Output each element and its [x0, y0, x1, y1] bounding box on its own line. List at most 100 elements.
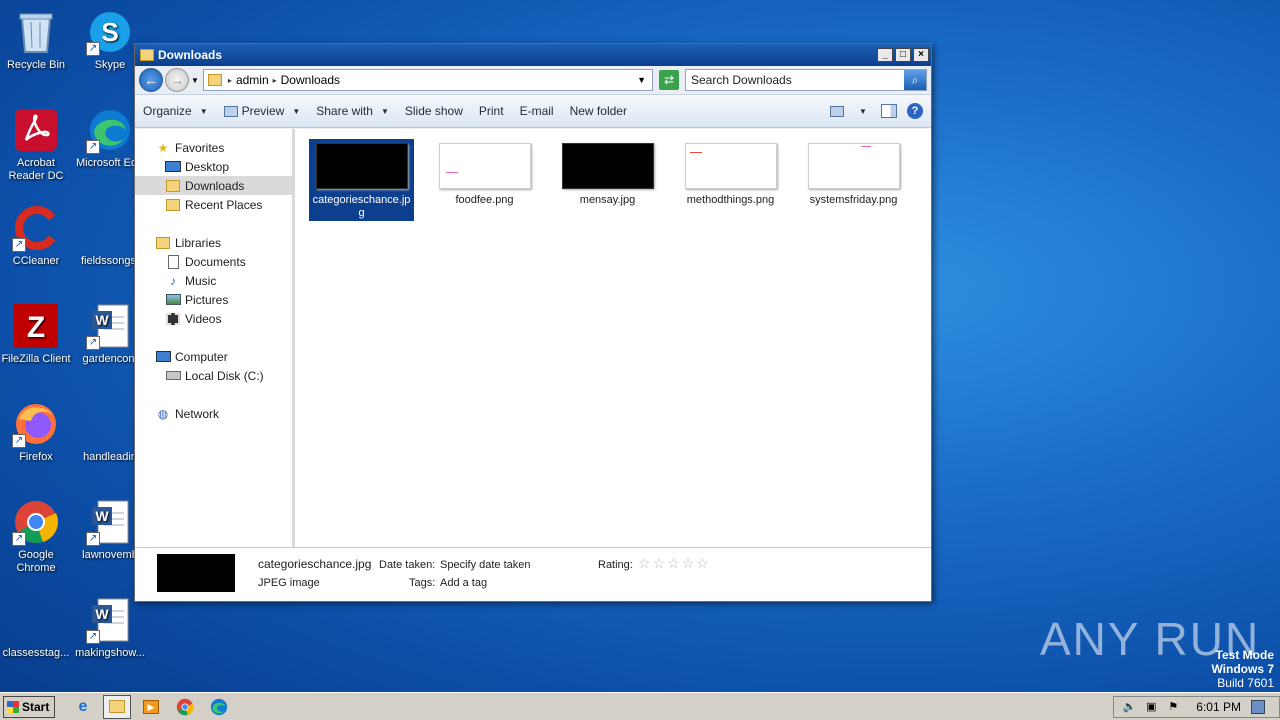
svg-text:W: W	[95, 606, 109, 622]
help-icon[interactable]: ?	[907, 103, 923, 119]
star-icon[interactable]: ☆	[638, 555, 651, 571]
desktop-icon-makingshow[interactable]: W ↗ makingshow...	[72, 596, 148, 660]
file-name: mensay.jpg	[579, 194, 636, 206]
forward-button[interactable]: →	[165, 68, 189, 92]
breadcrumb-downloads[interactable]: Downloads	[281, 73, 340, 87]
new-folder-button[interactable]: New folder	[570, 104, 627, 118]
search-icon[interactable]: ⌕	[904, 70, 926, 90]
file-list[interactable]: categorieschance.jpg foodfee.png mensay.…	[295, 129, 931, 547]
desktop-icon-firefox[interactable]: ↗ Firefox	[0, 400, 74, 464]
nav-item-downloads[interactable]: Downloads	[135, 176, 292, 195]
nav-item-computer[interactable]: Computer	[135, 347, 292, 366]
taskbar-chrome-icon[interactable]	[171, 695, 199, 719]
taskbar-media-player-icon[interactable]: ▶	[137, 695, 165, 719]
star-icon[interactable]: ☆	[667, 555, 680, 571]
blank-file-icon	[86, 400, 134, 448]
desktop-icon-label: CCleaner	[12, 255, 60, 267]
search-placeholder: Search Downloads	[691, 73, 792, 87]
breadcrumb-separator-icon[interactable]: ▸	[228, 76, 232, 85]
organize-button[interactable]: Organize ▼	[143, 104, 208, 118]
address-dropdown-icon[interactable]: ▼	[637, 75, 646, 85]
star-icon[interactable]: ☆	[682, 555, 695, 571]
libraries-icon	[155, 236, 171, 250]
tags-field[interactable]: Add a tag	[440, 577, 487, 589]
desktop-icon-classesstag[interactable]: classesstag...	[0, 596, 74, 660]
rating-stars[interactable]: ☆ ☆ ☆ ☆ ☆	[638, 555, 711, 572]
image-thumbnail	[807, 143, 900, 189]
file-item[interactable]: mensay.jpg	[555, 139, 660, 221]
preview-icon	[223, 105, 238, 117]
svg-text:W: W	[95, 508, 109, 524]
file-name: categorieschance.jpg	[312, 194, 411, 219]
start-button[interactable]: Start	[3, 695, 55, 718]
taskbar-ie-icon[interactable]: e	[69, 695, 97, 719]
view-dropdown-icon[interactable]: ▼	[855, 103, 871, 119]
file-name: systemsfriday.png	[809, 194, 898, 206]
desktop-icon-filezilla[interactable]: Z FileZilla Client	[0, 302, 74, 366]
windows-logo-icon	[7, 700, 19, 713]
breadcrumb-admin[interactable]: admin	[236, 73, 269, 87]
share-with-button[interactable]: Share with ▼	[316, 104, 389, 118]
details-filetype: JPEG image	[258, 577, 320, 589]
action-center-flag-icon[interactable]: ⚑	[1166, 700, 1180, 714]
back-button[interactable]: ←	[139, 68, 163, 92]
volume-icon[interactable]: 🔈	[1122, 700, 1136, 714]
edge-icon: ↗	[86, 106, 134, 154]
system-tray: 🔈 ▣ ⚑ 6:01 PM	[1113, 695, 1280, 718]
shortcut-arrow-icon: ↗	[86, 42, 100, 56]
file-item[interactable]: foodfee.png	[432, 139, 537, 221]
desktop-icon-ccleaner[interactable]: ↗ CCleaner	[0, 204, 74, 268]
nav-item-recent-places[interactable]: Recent Places	[135, 195, 292, 214]
chrome-icon: ↗	[12, 498, 60, 546]
maximize-button[interactable]: □	[895, 48, 911, 62]
desktop-icon-recycle-bin[interactable]: Recycle Bin	[0, 8, 74, 72]
search-input[interactable]: Search Downloads ⌕	[685, 69, 927, 91]
local-disk-icon	[165, 369, 181, 383]
clock[interactable]: 6:01 PM	[1196, 700, 1241, 714]
address-bar[interactable]: ▸ admin ▸ Downloads ▼	[202, 69, 653, 91]
close-button[interactable]: ×	[913, 48, 929, 62]
preview-button[interactable]: Preview ▼	[223, 104, 300, 118]
file-name: methodthings.png	[686, 194, 775, 206]
star-icon[interactable]: ☆	[696, 555, 709, 571]
print-button[interactable]: Print	[479, 104, 504, 118]
nav-item-desktop[interactable]: Desktop	[135, 157, 292, 176]
nav-label: Network	[175, 406, 220, 421]
nav-item-favorites[interactable]: ★ Favorites	[135, 138, 292, 157]
desktop-icon-chrome[interactable]: ↗ Google Chrome	[0, 498, 74, 575]
title-bar[interactable]: Downloads _ □ ×	[135, 44, 931, 66]
nav-item-network[interactable]: ◍ Network	[135, 404, 292, 423]
date-taken-field[interactable]: Specify date taken	[440, 559, 531, 571]
nav-item-documents[interactable]: Documents	[135, 252, 292, 271]
star-icon[interactable]: ☆	[653, 555, 666, 571]
minimize-button[interactable]: _	[877, 48, 893, 62]
network-tray-icon[interactable]: ▣	[1144, 700, 1158, 714]
nav-item-libraries[interactable]: Libraries	[135, 233, 292, 252]
desktop-icon-label: Recycle Bin	[6, 59, 66, 71]
show-desktop-button[interactable]	[1251, 699, 1265, 714]
test-mode-line: Test Mode	[1215, 648, 1274, 662]
nav-item-pictures[interactable]: Pictures	[135, 290, 292, 309]
taskbar-edge-icon[interactable]	[205, 695, 233, 719]
file-item[interactable]: systemsfriday.png	[801, 139, 906, 221]
desktop-icon-acrobat[interactable]: Acrobat Reader DC	[0, 106, 74, 183]
taskbar-explorer-icon[interactable]	[103, 694, 131, 719]
preview-pane-icon[interactable]	[881, 103, 897, 119]
email-button[interactable]: E-mail	[520, 104, 554, 118]
nav-item-local-disk[interactable]: Local Disk (C:)	[135, 366, 292, 385]
nav-item-music[interactable]: ♪ Music	[135, 271, 292, 290]
nav-item-videos[interactable]: Videos	[135, 309, 292, 328]
file-item[interactable]: categorieschance.jpg	[309, 139, 414, 221]
refresh-button[interactable]: ⇄	[659, 70, 679, 90]
organize-label: Organize	[143, 104, 192, 118]
breadcrumb-separator-icon[interactable]: ▸	[273, 76, 277, 85]
shortcut-arrow-icon: ↗	[86, 532, 100, 546]
recent-pages-dropdown-icon[interactable]: ▼	[191, 76, 199, 85]
rating-label: Rating:	[598, 559, 633, 571]
file-name: foodfee.png	[455, 194, 514, 206]
slide-show-button[interactable]: Slide show	[405, 104, 463, 118]
file-item[interactable]: methodthings.png	[678, 139, 783, 221]
nav-label: Music	[185, 273, 217, 288]
change-view-icon[interactable]	[829, 103, 845, 119]
desktop-icon-label: makingshow...	[75, 647, 145, 659]
